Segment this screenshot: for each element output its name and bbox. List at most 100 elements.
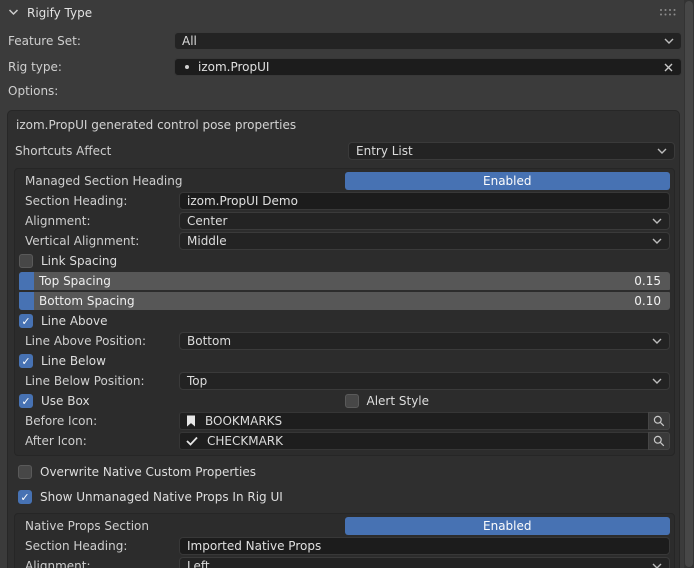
line-below-position-row: Line Below Position: Top bbox=[19, 372, 670, 390]
after-icon-search-button[interactable] bbox=[648, 432, 670, 450]
panel-drag-handle[interactable] bbox=[660, 9, 676, 17]
rig-type-field[interactable]: izom.PropUI bbox=[174, 58, 682, 76]
alert-style-half: Alert Style bbox=[345, 392, 671, 410]
chevron-down-icon bbox=[652, 378, 662, 384]
use-box-half: Use Box bbox=[19, 392, 345, 410]
bottom-spacing-value: 0.10 bbox=[634, 294, 661, 308]
shortcuts-affect-label: Shortcuts Affect bbox=[14, 144, 348, 158]
section-heading-row: Section Heading: izom.PropUI Demo bbox=[19, 192, 670, 210]
top-spacing-value: 0.15 bbox=[634, 274, 661, 288]
alert-style-checkbox[interactable] bbox=[345, 394, 359, 408]
line-above-position-row: Line Above Position: Bottom bbox=[19, 332, 670, 350]
native-section-heading-value: Imported Native Props bbox=[187, 539, 321, 553]
shortcuts-affect-value: Entry List bbox=[356, 144, 657, 158]
before-icon-search-button[interactable] bbox=[648, 412, 670, 430]
native-enabled-button[interactable]: Enabled bbox=[345, 517, 671, 535]
rigify-panel: Rigify Type Feature Set: All Rig type: i… bbox=[0, 0, 684, 568]
chevron-down-icon bbox=[657, 148, 667, 154]
line-below-position-dropdown[interactable]: Top bbox=[179, 372, 670, 390]
native-alignment-label: Alignment: bbox=[19, 559, 179, 568]
native-heading-row: Native Props Section Enabled bbox=[19, 517, 670, 535]
use-box-label: Use Box bbox=[41, 394, 90, 408]
shortcuts-affect-row: Shortcuts Affect Entry List bbox=[14, 142, 675, 160]
line-below-checkbox[interactable] bbox=[19, 354, 33, 368]
top-spacing-slider[interactable]: Top Spacing 0.15 bbox=[19, 272, 670, 290]
feature-set-dropdown[interactable]: All bbox=[174, 32, 682, 50]
overwrite-native-label: Overwrite Native Custom Properties bbox=[40, 465, 256, 479]
vertical-alignment-label: Vertical Alignment: bbox=[19, 234, 179, 248]
before-icon-row: Before Icon: BOOKMARKS bbox=[19, 412, 670, 430]
options-label: Options: bbox=[8, 84, 682, 98]
chevron-down-icon bbox=[652, 563, 662, 568]
line-above-position-label: Line Above Position: bbox=[19, 334, 179, 348]
feature-set-value: All bbox=[182, 34, 664, 48]
native-section-heading-field[interactable]: Imported Native Props bbox=[179, 537, 670, 555]
line-above-position-value: Bottom bbox=[187, 334, 652, 348]
native-props-box: Native Props Section Enabled Section Hea… bbox=[14, 513, 675, 568]
native-heading-label: Native Props Section bbox=[19, 519, 345, 533]
bottom-spacing-label: Bottom Spacing bbox=[39, 294, 135, 308]
drag-dots-icon bbox=[660, 9, 662, 11]
rig-type-value: izom.PropUI bbox=[198, 60, 269, 74]
managed-section-box: Managed Section Heading Enabled Section … bbox=[14, 168, 675, 456]
alignment-row: Alignment: Center bbox=[19, 212, 670, 230]
panel-title: Rigify Type bbox=[27, 6, 92, 20]
slider-fill bbox=[19, 272, 34, 290]
panel-header[interactable]: Rigify Type bbox=[0, 0, 684, 25]
close-icon bbox=[663, 62, 674, 73]
top-spacing-label: Top Spacing bbox=[39, 274, 111, 288]
line-above-checkbox[interactable] bbox=[19, 314, 33, 328]
after-icon-row: After Icon: CHECKMARK bbox=[19, 432, 670, 450]
bottom-spacing-slider[interactable]: Bottom Spacing 0.10 bbox=[19, 292, 670, 310]
checkmark-icon bbox=[186, 436, 198, 446]
show-unmanaged-checkbox[interactable] bbox=[18, 490, 32, 504]
chevron-down-icon bbox=[8, 9, 19, 16]
after-icon-value: CHECKMARK bbox=[207, 434, 283, 448]
bullet-icon bbox=[185, 65, 189, 69]
vertical-alignment-dropdown[interactable]: Middle bbox=[179, 232, 670, 250]
section-heading-value: izom.PropUI Demo bbox=[187, 194, 298, 208]
use-box-checkbox[interactable] bbox=[19, 394, 33, 408]
options-description: izom.PropUI generated control pose prope… bbox=[16, 118, 673, 133]
vertical-alignment-value: Middle bbox=[187, 234, 652, 248]
after-icon-field[interactable]: CHECKMARK bbox=[179, 432, 648, 450]
shortcuts-affect-dropdown[interactable]: Entry List bbox=[348, 142, 675, 160]
search-icon bbox=[653, 435, 665, 447]
link-spacing-label: Link Spacing bbox=[41, 254, 117, 268]
native-section-heading-row: Section Heading: Imported Native Props bbox=[19, 537, 670, 555]
chevron-down-icon bbox=[664, 38, 674, 44]
before-icon-value: BOOKMARKS bbox=[205, 414, 282, 428]
options-box: izom.PropUI generated control pose prope… bbox=[7, 110, 680, 568]
line-below-position-value: Top bbox=[187, 374, 652, 388]
alignment-dropdown[interactable]: Center bbox=[179, 212, 670, 230]
native-alignment-value: Left bbox=[187, 559, 652, 568]
native-section-heading-label: Section Heading: bbox=[19, 539, 179, 553]
slider-fill bbox=[19, 292, 34, 310]
show-unmanaged-row: Show Unmanaged Native Props In Rig UI bbox=[18, 488, 675, 506]
overwrite-native-checkbox[interactable] bbox=[18, 465, 32, 479]
scrollbar-thumb[interactable] bbox=[685, 1, 693, 567]
alignment-value: Center bbox=[187, 214, 652, 228]
native-alignment-dropdown[interactable]: Left bbox=[179, 557, 670, 568]
vertical-alignment-row: Vertical Alignment: Middle bbox=[19, 232, 670, 250]
section-heading-field[interactable]: izom.PropUI Demo bbox=[179, 192, 670, 210]
chevron-down-icon bbox=[652, 338, 662, 344]
chevron-down-icon bbox=[652, 218, 662, 224]
link-spacing-checkbox[interactable] bbox=[19, 254, 33, 268]
managed-heading-row: Managed Section Heading Enabled bbox=[19, 172, 670, 190]
line-above-position-dropdown[interactable]: Bottom bbox=[179, 332, 670, 350]
before-icon-field[interactable]: BOOKMARKS bbox=[179, 412, 648, 430]
alert-style-label: Alert Style bbox=[367, 394, 430, 408]
section-heading-label: Section Heading: bbox=[19, 194, 179, 208]
managed-heading-label: Managed Section Heading bbox=[19, 174, 345, 188]
feature-set-label: Feature Set: bbox=[7, 34, 174, 48]
vertical-scrollbar[interactable] bbox=[684, 0, 694, 568]
feature-set-row: Feature Set: All bbox=[7, 32, 682, 50]
rig-type-label: Rig type: bbox=[7, 60, 174, 74]
clear-rig-type-button[interactable] bbox=[663, 62, 674, 73]
managed-enabled-button[interactable]: Enabled bbox=[345, 172, 671, 190]
line-below-label: Line Below bbox=[41, 354, 106, 368]
show-unmanaged-label: Show Unmanaged Native Props In Rig UI bbox=[40, 490, 283, 504]
alignment-label: Alignment: bbox=[19, 214, 179, 228]
use-box-alert-row: Use Box Alert Style bbox=[19, 392, 670, 410]
